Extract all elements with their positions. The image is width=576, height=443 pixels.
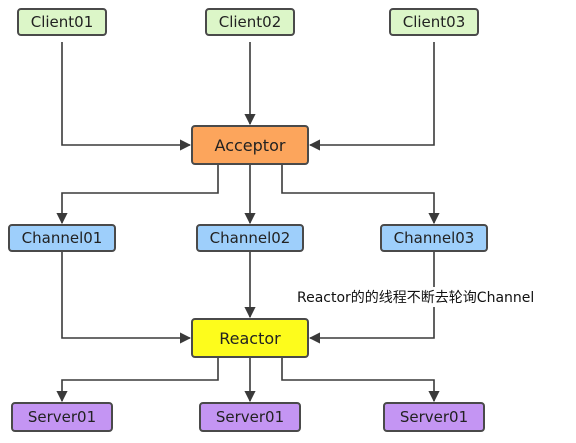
client02-node: Client02 — [205, 8, 295, 36]
server01-node-left: Server01 — [11, 402, 113, 432]
acceptor-node: Acceptor — [191, 125, 309, 165]
arrow-acceptor-to-channel01 — [56, 165, 219, 225]
arrow-channel01-to-reactor — [61, 252, 192, 344]
client03-node: Client03 — [389, 8, 479, 36]
connector-layer — [56, 42, 440, 403]
arrow-reactor-to-server01-left — [56, 358, 219, 403]
architecture-diagram: Reactor的的线程不断去轮询Channel Client01 Client0… — [0, 0, 576, 443]
arrow-client01-to-acceptor — [61, 42, 192, 151]
reactor-node: Reactor — [191, 318, 309, 358]
channel02-node: Channel02 — [196, 224, 304, 252]
client01-node: Client01 — [17, 8, 107, 36]
arrow-acceptor-to-channel03 — [281, 165, 440, 225]
arrow-client03-to-acceptor — [308, 42, 435, 151]
channel01-node: Channel01 — [8, 224, 116, 252]
channel03-node: Channel03 — [380, 224, 488, 252]
server01-node-right: Server01 — [383, 402, 485, 432]
reactor-polling-annotation: Reactor的的线程不断去轮询Channel — [296, 287, 536, 307]
server01-node-middle: Server01 — [199, 402, 301, 432]
arrow-reactor-to-server01-right — [281, 358, 440, 403]
